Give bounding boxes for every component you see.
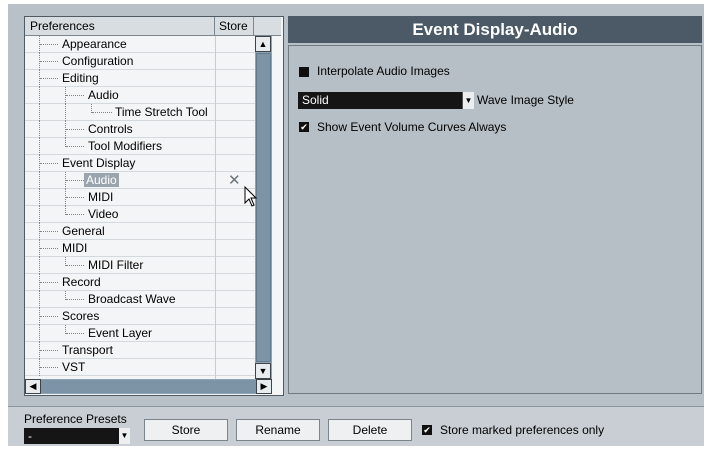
tree-item-label: MIDI Filter bbox=[88, 258, 144, 272]
tree-item-label: Audio bbox=[88, 88, 119, 102]
presets-value: - bbox=[28, 429, 32, 443]
rename-button[interactable]: Rename bbox=[236, 419, 320, 441]
delete-button[interactable]: Delete bbox=[328, 419, 412, 441]
wave-style-label: Wave Image Style bbox=[477, 93, 574, 107]
scroll-left-icon[interactable]: ◀ bbox=[25, 379, 41, 394]
tree-item-label: Audio bbox=[84, 173, 119, 187]
store-column-divider bbox=[215, 36, 216, 379]
wave-style-select[interactable]: Solid ▼ bbox=[298, 92, 474, 109]
panel-title: Event Display-Audio bbox=[288, 16, 702, 43]
settings-panel: Interpolate Audio Images Solid ▼ Wave Im… bbox=[288, 45, 702, 394]
interpolate-label: Interpolate Audio Images bbox=[317, 64, 450, 78]
chevron-down-icon[interactable]: ▼ bbox=[119, 428, 130, 444]
column-header-preferences[interactable]: Preferences bbox=[25, 17, 215, 35]
tree-item-scores[interactable]: Scores bbox=[25, 308, 255, 325]
chevron-down-icon[interactable]: ▼ bbox=[462, 92, 474, 109]
tree-item-label: Event Layer bbox=[88, 326, 153, 340]
tree-item-label: Broadcast Wave bbox=[88, 292, 176, 306]
tree-item-label: Record bbox=[62, 275, 101, 289]
tree-item-controls[interactable]: Controls bbox=[25, 121, 255, 138]
tree-item-label: Time Stretch Tool bbox=[115, 105, 208, 119]
tree-item-transport[interactable]: Transport bbox=[25, 342, 255, 359]
tree-item-general[interactable]: General bbox=[25, 223, 255, 240]
scroll-down-icon[interactable]: ▼ bbox=[255, 363, 271, 379]
show-curves-label: Show Event Volume Curves Always bbox=[317, 120, 507, 134]
tree-item-configuration[interactable]: Configuration bbox=[25, 53, 255, 70]
tree-header: Preferences Store bbox=[25, 17, 281, 36]
tree-item-editing-audio[interactable]: Audio bbox=[25, 87, 255, 104]
tree-item-label: Event Display bbox=[62, 156, 136, 170]
tree-item-event-layer[interactable]: Event Layer bbox=[25, 325, 255, 342]
tree-item-vst[interactable]: VST bbox=[25, 359, 255, 376]
bottom-bar: Preference Presets - ▼ Store Rename Dele… bbox=[8, 406, 704, 446]
tree-item-record[interactable]: Record bbox=[25, 274, 255, 291]
horizontal-scroll-thumb[interactable] bbox=[41, 380, 256, 393]
tree-item-broadcast-wave[interactable]: Broadcast Wave bbox=[25, 291, 255, 308]
store-button[interactable]: Store bbox=[144, 419, 228, 441]
tree-item-label: Video bbox=[88, 207, 119, 221]
tree-item-editing[interactable]: Editing bbox=[25, 70, 255, 87]
tree-item-label: Scores bbox=[62, 309, 100, 323]
marked-only-checkbox[interactable]: ✔ bbox=[422, 425, 432, 435]
tree-item-label: VST bbox=[62, 360, 86, 374]
tree-item-midi[interactable]: MIDI bbox=[25, 240, 255, 257]
show-curves-checkbox[interactable]: ✔ bbox=[299, 122, 309, 132]
tree-item-label: Transport bbox=[62, 343, 113, 357]
store-mark-icon[interactable]: ✕ bbox=[228, 171, 241, 189]
presets-label: Preference Presets bbox=[24, 412, 127, 426]
mouse-cursor-icon bbox=[244, 186, 258, 207]
column-header-store[interactable]: Store bbox=[215, 17, 254, 35]
presets-select[interactable]: - ▼ bbox=[24, 428, 130, 444]
tree-item-label: Configuration bbox=[62, 54, 134, 68]
tree-item-event-display-midi[interactable]: MIDI bbox=[25, 189, 255, 206]
tree-item-label: Tool Modifiers bbox=[88, 139, 163, 153]
tree-item-event-display[interactable]: Event Display bbox=[25, 155, 255, 172]
interpolate-checkbox[interactable] bbox=[299, 67, 309, 77]
vertical-scroll-thumb[interactable] bbox=[256, 53, 271, 362]
tree-body: Appearance Configuration Editing Audio T… bbox=[25, 36, 255, 379]
scroll-right-icon[interactable]: ▶ bbox=[256, 379, 272, 394]
tree-item-tool-modifiers[interactable]: Tool Modifiers bbox=[25, 138, 255, 155]
scroll-up-icon[interactable]: ▲ bbox=[255, 36, 271, 52]
marked-only-label: Store marked preferences only bbox=[440, 423, 605, 437]
preferences-dialog: Preferences Store Appearance Configurati… bbox=[8, 4, 704, 445]
tree-item-label: General bbox=[62, 224, 105, 238]
tree-item-event-display-audio[interactable]: Audio ✕ bbox=[25, 172, 255, 189]
tree-item-label: MIDI bbox=[88, 190, 114, 204]
tree-item-video[interactable]: Video bbox=[25, 206, 255, 223]
tree-item-time-stretch-tool[interactable]: Time Stretch Tool bbox=[25, 104, 255, 121]
tree-horizontal-scrollbar[interactable]: ◀ ▶ bbox=[25, 379, 272, 394]
wave-style-value: Solid bbox=[302, 93, 329, 107]
tree-item-midi-filter[interactable]: MIDI Filter bbox=[25, 257, 255, 274]
tree-item-label: Appearance bbox=[62, 37, 127, 51]
tree-item-label: Editing bbox=[62, 71, 99, 85]
tree-item-label: Controls bbox=[88, 122, 133, 136]
tree-item-appearance[interactable]: Appearance bbox=[25, 36, 255, 53]
tree-item-label: MIDI bbox=[62, 241, 88, 255]
